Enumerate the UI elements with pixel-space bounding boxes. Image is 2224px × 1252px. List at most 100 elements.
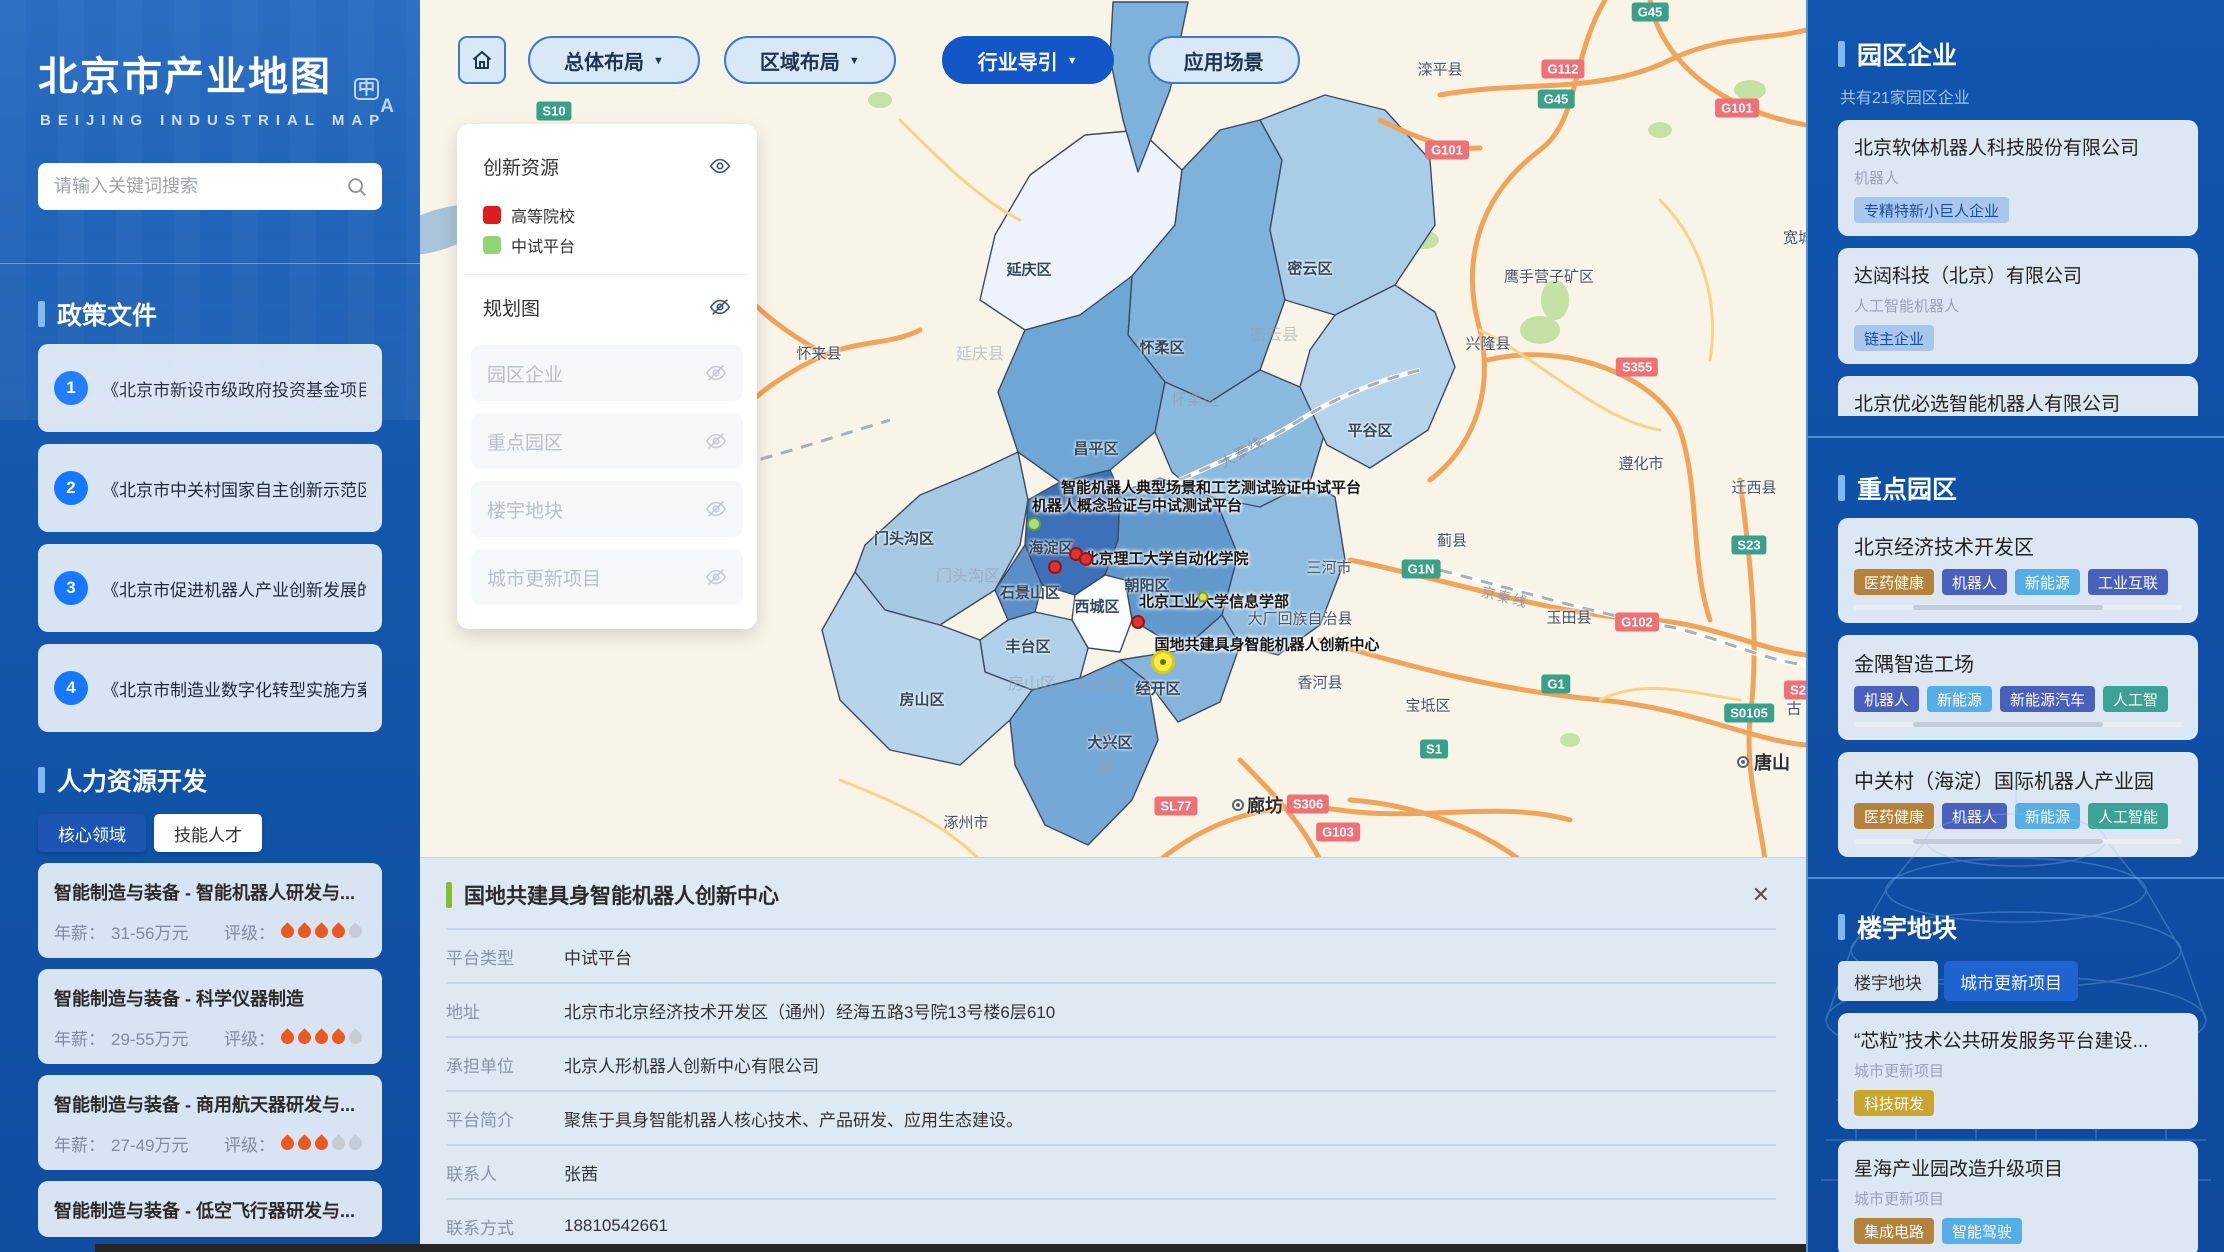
chevron-down-icon: ▼ xyxy=(653,55,664,67)
nav-industry-guide[interactable]: 行业导引▼ xyxy=(942,36,1114,84)
pilot-marker[interactable] xyxy=(1027,517,1041,531)
legend-swatch-pilot xyxy=(483,236,501,254)
search-box[interactable] xyxy=(38,163,382,210)
close-icon[interactable]: ✕ xyxy=(1746,882,1776,908)
hr-tab-core[interactable]: 核心领域 xyxy=(38,814,146,852)
companies-count: 共有21家园区企业 xyxy=(1840,84,2198,108)
eye-off-icon[interactable] xyxy=(705,498,727,520)
company-name: 达闼科技（北京）有限公司 xyxy=(1854,261,2182,288)
company-name: 北京软体机器人科技股份有限公司 xyxy=(1854,133,2182,160)
park-card[interactable]: 北京经济技术开发区 医药健康机器人新能源工业互联 xyxy=(1838,518,2198,623)
company-card[interactable]: 北京软体机器人科技股份有限公司 机器人 专精特新小巨人企业 xyxy=(1838,120,2198,236)
buildings-tab-plots[interactable]: 楼宇地块 xyxy=(1838,961,1938,1001)
layer-label: 楼宇地块 xyxy=(487,496,563,523)
univ-marker[interactable] xyxy=(1131,615,1145,629)
tag: 新能源 xyxy=(2015,803,2080,829)
scrollbar-thumb[interactable] xyxy=(1913,722,2103,727)
flame-icon xyxy=(278,922,296,940)
horizontal-scrollbar[interactable] xyxy=(1854,722,2182,727)
nav-overall-layout[interactable]: 总体布局▼ xyxy=(528,36,700,84)
eye-off-icon[interactable] xyxy=(705,362,727,384)
flame-icon xyxy=(295,1028,313,1046)
layer-item-urban-renewal[interactable]: 城市更新项目 xyxy=(471,549,743,605)
layer-item-planning-map[interactable]: 规划图 xyxy=(467,281,747,333)
left-sidebar: 北京市产业地图 中 A BEIJING INDUSTRIAL MAP 政策文件 … xyxy=(0,0,420,1252)
project-name: “芯粒”技术公共研发服务平台建设... xyxy=(1854,1026,2182,1053)
company-card[interactable]: 达闼科技（北京）有限公司 人工智能机器人 链主企业 xyxy=(1838,248,2198,364)
company-industry: 人工智能机器人 xyxy=(1854,295,2182,316)
legend-university: 高等院校 xyxy=(483,200,733,230)
map-nav: 总体布局▼ 区域布局▼ 行业导引▼ 应用场景 xyxy=(458,36,1300,84)
hr-tab-skill[interactable]: 技能人才 xyxy=(154,814,262,852)
nav-regional-layout[interactable]: 区域布局▼ xyxy=(724,36,896,84)
flame-icon xyxy=(312,922,330,940)
hr-item-title: 智能制造与装备 - 低空飞行器研发与... xyxy=(54,1197,366,1223)
field-value: 中试平台 xyxy=(564,944,632,969)
policy-number-badge: 2 xyxy=(54,471,88,505)
horizontal-scrollbar[interactable] xyxy=(1854,839,2182,844)
eye-off-icon[interactable] xyxy=(705,430,727,452)
layer-label: 城市更新项目 xyxy=(487,564,601,591)
section-divider xyxy=(1808,877,2224,879)
eye-off-icon[interactable] xyxy=(705,566,727,588)
policy-item[interactable]: 3 《北京市促进机器人产业创新发展的... xyxy=(38,544,382,632)
home-button[interactable] xyxy=(458,36,506,84)
city-dot-marker[interactable] xyxy=(1737,756,1749,768)
project-card[interactable]: “芯粒”技术公共研发服务平台建设... 城市更新项目 科技研发 xyxy=(1838,1013,2198,1129)
field-value: 北京人形机器人创新中心有限公司 xyxy=(564,1052,819,1077)
nav-application-scenarios[interactable]: 应用场景 xyxy=(1148,36,1300,84)
project-name: 星海产业园改造升级项目 xyxy=(1854,1154,2182,1181)
univ-marker[interactable] xyxy=(1079,552,1093,566)
park-card[interactable]: 金隅智造工场 机器人新能源新能源汽车人工智 xyxy=(1838,635,2198,740)
search-icon[interactable] xyxy=(346,176,368,198)
company-card[interactable]: 北京优必选智能机器人有限公司 xyxy=(1838,376,2198,416)
hr-item[interactable]: 智能制造与装备 - 智能机器人研发与... 年薪：31-56万元 评级： xyxy=(38,863,382,958)
company-industry: 机器人 xyxy=(1854,167,2182,188)
salary-label: 年薪： xyxy=(54,919,105,944)
layer-item-innovation-resources[interactable]: 创新资源 xyxy=(467,140,747,192)
legend-label: 高等院校 xyxy=(511,203,575,227)
rating-flames xyxy=(281,1137,366,1150)
rating-label: 评级： xyxy=(224,1025,275,1050)
search-input[interactable] xyxy=(52,175,346,198)
tag: 人工智能 xyxy=(2088,803,2168,829)
buildings-tab-urban-renewal[interactable]: 城市更新项目 xyxy=(1944,961,2078,1001)
scrollbar-thumb[interactable] xyxy=(1913,839,2103,844)
park-tags: 医药健康机器人新能源工业互联 xyxy=(1854,569,2182,595)
selected-marker[interactable] xyxy=(1151,650,1175,674)
hr-item[interactable]: 智能制造与装备 - 科学仪器制造 年薪：29-55万元 评级： xyxy=(38,969,382,1064)
scrollbar-thumb[interactable] xyxy=(1913,605,2103,610)
univ-marker[interactable] xyxy=(1048,560,1062,574)
flame-icon xyxy=(278,1134,296,1152)
project-category: 城市更新项目 xyxy=(1854,1060,2182,1081)
section-divider xyxy=(1808,436,2224,438)
field-value: 18810542661 xyxy=(564,1216,668,1236)
park-name: 中关村（海淀）国际机器人产业园 xyxy=(1854,765,2182,794)
layer-legend: 高等院校 中试平台 xyxy=(465,198,749,275)
project-card[interactable]: 星海产业园改造升级项目 城市更新项目 集成电路智能驾驶 xyxy=(1838,1141,2198,1252)
eye-icon[interactable] xyxy=(709,155,731,177)
translate-icon[interactable]: 中 A xyxy=(354,78,394,118)
layer-item-park-companies[interactable]: 园区企业 xyxy=(471,345,743,401)
salary-value: 29-55万元 xyxy=(111,1025,188,1050)
horizontal-scrollbar[interactable] xyxy=(1854,605,2182,610)
hr-item[interactable]: 智能制造与装备 - 商用航天器研发与... 年薪：27-49万元 评级： xyxy=(38,1075,382,1170)
detail-panel: 国地共建具身智能机器人创新中心 ✕ 平台类型中试平台 地址北京市北京经济技术开发… xyxy=(420,857,1806,1252)
salary-label: 年薪： xyxy=(54,1131,105,1156)
park-card[interactable]: 中关村（海淀）国际机器人产业园 医药健康机器人新能源人工智能 xyxy=(1838,752,2198,857)
layer-item-buildings[interactable]: 楼宇地块 xyxy=(471,481,743,537)
salary-value: 31-56万元 xyxy=(111,919,188,944)
layer-item-key-parks[interactable]: 重点园区 xyxy=(471,413,743,469)
hr-item[interactable]: 智能制造与装备 - 低空飞行器研发与... xyxy=(38,1181,382,1237)
layer-label: 规划图 xyxy=(483,294,540,321)
eye-off-icon[interactable] xyxy=(709,296,731,318)
pilot-sm-marker[interactable] xyxy=(1198,592,1209,603)
layer-label: 创新资源 xyxy=(483,153,559,180)
policy-item[interactable]: 4 《北京市制造业数字化转型实施方案... xyxy=(38,644,382,732)
legend-pilot-platform: 中试平台 xyxy=(483,230,733,260)
city-dot-marker[interactable] xyxy=(1232,799,1244,811)
chevron-down-icon: ▼ xyxy=(1067,55,1078,67)
policy-item[interactable]: 2 《北京市中关村国家自主创新示范区... xyxy=(38,444,382,532)
tag: 机器人 xyxy=(1942,803,2007,829)
hr-item-title: 智能制造与装备 - 商用航天器研发与... xyxy=(54,1091,366,1117)
